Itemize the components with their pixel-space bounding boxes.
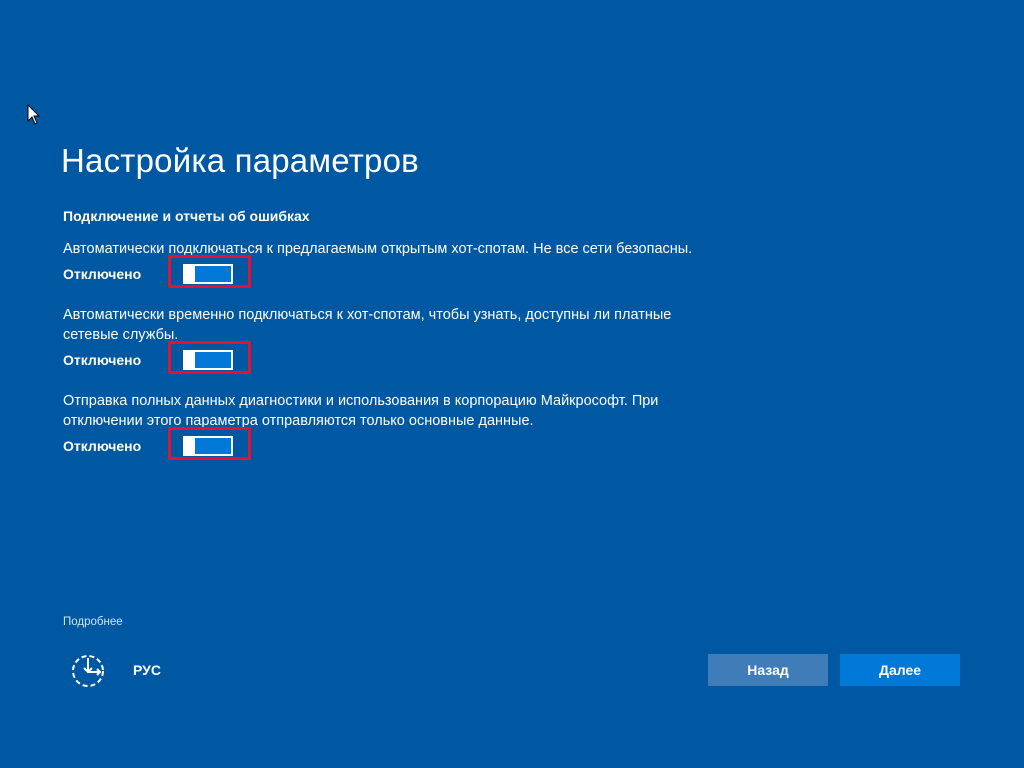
- setting-description: Автоматически временно подключаться к хо…: [63, 307, 672, 343]
- toggle-thumb: [183, 350, 195, 370]
- toggle-state-label: Отключено: [63, 352, 142, 368]
- toggle-row: Отключено: [63, 255, 723, 288]
- toggle-state-label: Отключено: [63, 438, 142, 454]
- setting-description: Автоматически подключаться к предлагаемы…: [63, 241, 693, 257]
- toggle-thumb: [183, 436, 195, 456]
- page-title: Настройка параметров: [61, 142, 419, 179]
- setting-paid-services: Автоматически временно подключаться к хо…: [63, 305, 723, 374]
- setting-description: Отправка полных данных диагностики и исп…: [63, 393, 659, 429]
- setting-diagnostics: Отправка полных данных диагностики и исп…: [63, 391, 723, 460]
- next-button[interactable]: Далее: [840, 654, 960, 686]
- toggle-row: Отключено: [63, 341, 723, 374]
- section-heading: Подключение и отчеты об ошибках: [63, 208, 310, 224]
- back-button[interactable]: Назад: [708, 654, 828, 686]
- diagnostics-toggle[interactable]: [183, 436, 233, 456]
- toggle-state-label: Отключено: [63, 266, 142, 282]
- open-hotspots-toggle[interactable]: [183, 264, 233, 284]
- setup-screen: Настройка параметров Подключение и отчет…: [0, 0, 1024, 768]
- language-indicator[interactable]: РУС: [133, 662, 161, 678]
- paid-services-toggle[interactable]: [183, 350, 233, 370]
- toggle-thumb: [183, 264, 195, 284]
- toggle-row: Отключено: [63, 427, 723, 460]
- ease-of-access-icon[interactable]: [70, 653, 106, 689]
- more-info-link[interactable]: Подробнее: [63, 616, 123, 628]
- setting-open-hotspots: Автоматически подключаться к предлагаемы…: [63, 239, 723, 288]
- mouse-pointer-icon: [27, 104, 41, 125]
